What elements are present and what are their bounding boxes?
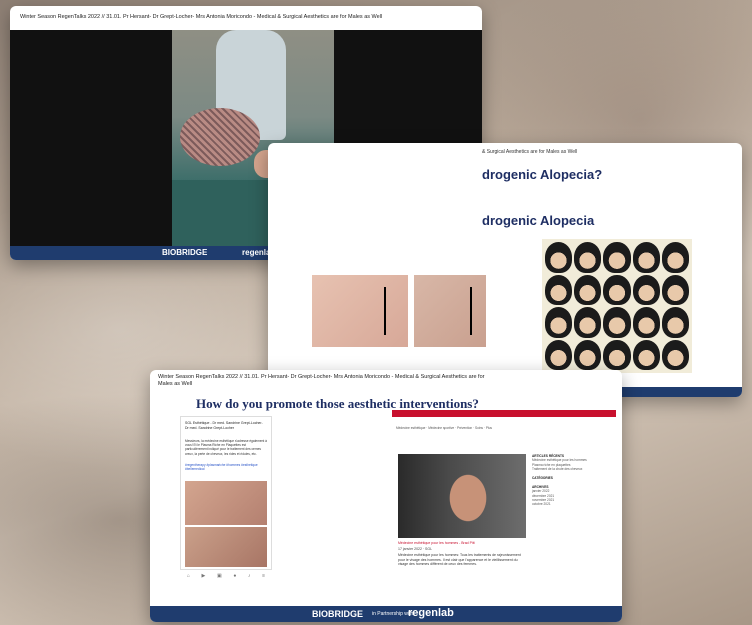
before-photo	[185, 481, 267, 525]
slide-title: Winter Season RegenTalks 2022 // 31.01. …	[158, 374, 485, 387]
menu-icon: ≡	[262, 573, 266, 579]
partnership-label: in Partnership with	[372, 611, 414, 617]
post-body: Messieurs, la médecine esthétique s'adre…	[185, 439, 267, 456]
marketplace-icon: ▣	[216, 573, 222, 579]
norwood-scale-chart	[542, 239, 692, 373]
photo-caption: Médecine esthétique pour les hommes - Br…	[398, 541, 475, 545]
sidebar-item: Médecine esthétique pour les hommes	[532, 458, 587, 463]
promotion-slide[interactable]: Winter Season RegenTalks 2022 // 31.01. …	[150, 370, 622, 622]
scalp-photo-before	[312, 275, 408, 347]
home-icon: ⌂	[186, 573, 190, 579]
article-date: 17 janvier 2022 · SGL	[398, 547, 433, 551]
sidebar-heading-recent: ARTICLES RÉCENTS	[532, 454, 565, 458]
sidebar-item: décembre 2021	[532, 493, 555, 498]
sidebar-item: octobre 2021	[532, 502, 551, 507]
slide-footer: BIOBRIDGE in Partnership with regenlab	[150, 606, 622, 622]
slide-heading: drogenic Alopecia	[482, 213, 595, 228]
regenlab-logo: regenlab	[408, 607, 454, 619]
sidebar-heading-archives: ARCHIVES	[532, 484, 549, 489]
bell-icon: ♪	[248, 573, 251, 579]
sidebar-item: Plasma riche en plaquettes	[532, 462, 571, 467]
facebook-bottom-nav: ⌂ ▶ ▣ ● ♪ ≡	[181, 571, 271, 581]
brad-pitt-photo	[398, 454, 526, 538]
sidebar-item: novembre 2021	[532, 498, 555, 503]
website-topbar	[392, 410, 616, 417]
scalp-photo-after	[414, 275, 486, 347]
biobridge-logo: BIOBRIDGE	[162, 248, 208, 257]
slide-title: & Surgical Aesthetics are for Males as W…	[482, 149, 578, 155]
sidebar-item: Traitement de la chute des cheveux	[532, 467, 583, 472]
facebook-post-screenshot: SGL Esthétique - Dr med. Sandrine Grept-…	[180, 416, 272, 579]
website-menu: Médecine esthétique · Médecine sportive …	[396, 426, 493, 430]
after-photo	[185, 527, 267, 567]
slide-question: drogenic Alopecia?	[482, 167, 603, 182]
profile-icon: ●	[233, 573, 237, 579]
alopecia-slide[interactable]: & Surgical Aesthetics are for Males as W…	[268, 143, 742, 397]
post-hashtags: #regentherapy #plasmariche #hommes #esth…	[185, 463, 258, 472]
sidebar-item: janvier 2022	[532, 489, 550, 494]
biobridge-logo: BIOBRIDGE	[312, 609, 364, 619]
website-sidebar: ARTICLES RÉCENTS Médecine esthétique pou…	[532, 454, 612, 507]
sidebar-heading-categories: CATÉGORIES	[532, 476, 553, 481]
article-text: Médecine esthétique pour les hommes: Tou…	[398, 553, 521, 566]
video-title: Winter Season RegenTalks 2022 // 31.01. …	[20, 14, 383, 20]
website-screenshot: Médecine esthétique · Médecine sportive …	[392, 410, 616, 586]
watch-icon: ▶	[201, 573, 206, 579]
patient-head	[180, 108, 260, 166]
post-header: SGL Esthétique - Dr med. Sandrine Grept-…	[185, 421, 263, 430]
